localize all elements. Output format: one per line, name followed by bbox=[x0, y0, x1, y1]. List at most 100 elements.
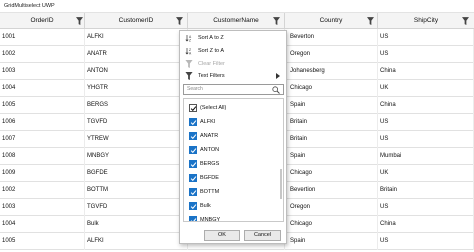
cell-orderid: 1002 bbox=[0, 46, 85, 63]
cell-orderid: 1007 bbox=[0, 131, 85, 148]
filter-funnel-icon[interactable] bbox=[273, 17, 280, 25]
clear-filter-item[interactable]: Clear Filter bbox=[180, 58, 286, 70]
filter-funnel-icon[interactable] bbox=[367, 17, 374, 25]
header-country[interactable]: Country bbox=[285, 13, 378, 29]
cell-customerid: YTREW bbox=[85, 131, 188, 148]
list-item-label: ANTON bbox=[200, 147, 220, 153]
cell-shipcity: US bbox=[378, 46, 474, 63]
sort-z-to-a-label: Sort Z to A bbox=[198, 48, 224, 54]
cell-shipcity: US bbox=[378, 131, 474, 148]
list-item[interactable]: BOTTM bbox=[184, 185, 283, 199]
cell-customerid: MNBGY bbox=[85, 148, 188, 165]
list-item-label: BOTTM bbox=[200, 189, 220, 195]
sort-ascending-icon: AZ bbox=[185, 34, 193, 43]
filter-funnel-icon[interactable] bbox=[462, 17, 469, 25]
checkbox[interactable] bbox=[189, 132, 197, 140]
cell-orderid: 1005 bbox=[0, 97, 85, 114]
cell-country: Spain bbox=[285, 148, 378, 165]
header-label: Country bbox=[319, 17, 343, 24]
cell-shipcity: Mumbai bbox=[378, 148, 474, 165]
text-filters-label: Text Filters bbox=[198, 73, 225, 79]
header-customerid[interactable]: CustomerID bbox=[85, 13, 188, 29]
cell-country: Spain bbox=[285, 97, 378, 114]
cell-country: Chicago bbox=[285, 216, 378, 233]
cell-country: Beverton bbox=[285, 29, 378, 46]
cell-country: Spain bbox=[285, 233, 378, 250]
sort-a-to-z-item[interactable]: AZ Sort A to Z bbox=[180, 32, 286, 44]
list-item[interactable]: ANATR bbox=[184, 129, 283, 143]
ok-button[interactable]: OK bbox=[204, 230, 240, 241]
filter-popup: AZ Sort A to Z ZA Sort Z to A Clear Filt… bbox=[179, 30, 287, 244]
cell-customerid: BOTTM bbox=[85, 182, 188, 199]
checkbox[interactable] bbox=[189, 188, 197, 196]
cell-customerid: BGFDE bbox=[85, 165, 188, 182]
cell-customerid: ANTON bbox=[85, 63, 188, 80]
svg-text:Z: Z bbox=[189, 39, 191, 42]
clear-filter-label: Clear Filter bbox=[198, 61, 225, 67]
cell-customerid: TGVFD bbox=[85, 114, 188, 131]
cell-country: Britain bbox=[285, 131, 378, 148]
list-item-label: ANATR bbox=[200, 133, 219, 139]
checkbox[interactable] bbox=[189, 216, 197, 221]
cell-country: Johanesberg bbox=[285, 63, 378, 80]
search-placeholder: Search bbox=[187, 86, 203, 92]
cell-shipcity: UK bbox=[378, 80, 474, 97]
cell-orderid: 1008 bbox=[0, 148, 85, 165]
filter-funnel-icon bbox=[185, 72, 193, 80]
list-item-label: (Select All) bbox=[200, 105, 227, 111]
checkbox[interactable] bbox=[189, 160, 197, 168]
cell-country: Bevertion bbox=[285, 182, 378, 199]
list-item-label: BERGS bbox=[200, 161, 220, 167]
cell-customerid: TGVFD bbox=[85, 199, 188, 216]
header-shipcity[interactable]: ShipCity bbox=[378, 13, 474, 29]
cell-orderid: 1009 bbox=[0, 165, 85, 182]
cell-orderid: 1001 bbox=[0, 29, 85, 46]
checkbox[interactable] bbox=[189, 104, 197, 112]
cell-country: Chicago bbox=[285, 80, 378, 97]
cell-orderid: 1003 bbox=[0, 63, 85, 80]
filter-funnel-icon[interactable] bbox=[176, 17, 183, 25]
list-item[interactable]: Bulk bbox=[184, 199, 283, 213]
list-item-label: BGFDE bbox=[200, 175, 219, 181]
cell-orderid: 1003 bbox=[0, 199, 85, 216]
sort-descending-icon: ZA bbox=[185, 47, 193, 56]
list-item[interactable]: ALFKI bbox=[184, 115, 283, 129]
cell-customerid: YHGTR bbox=[85, 80, 188, 97]
text-filters-item[interactable]: Text Filters bbox=[180, 70, 286, 82]
submenu-arrow-icon bbox=[276, 73, 280, 79]
cell-orderid: 1002 bbox=[0, 182, 85, 199]
list-item[interactable]: BERGS bbox=[184, 157, 283, 171]
cell-shipcity: Britain bbox=[378, 182, 474, 199]
list-item[interactable]: MNBGY bbox=[184, 213, 283, 222]
filter-funnel-icon[interactable] bbox=[76, 17, 83, 25]
checkbox[interactable] bbox=[189, 202, 197, 210]
filter-value-list[interactable]: (Select All) ALFKI ANATR ANTON BERGS BGFDE BOT… bbox=[183, 98, 284, 222]
checkbox[interactable] bbox=[189, 118, 197, 126]
window-title: GridMultiselect UWP bbox=[0, 0, 474, 12]
list-item-label: Bulk bbox=[200, 203, 211, 209]
checkbox[interactable] bbox=[189, 146, 197, 154]
cell-shipcity: China bbox=[378, 216, 474, 233]
search-input[interactable]: Search bbox=[183, 84, 284, 95]
cell-orderid: 1005 bbox=[0, 233, 85, 250]
cell-shipcity: US bbox=[378, 233, 474, 250]
cell-shipcity: US bbox=[378, 114, 474, 131]
cell-customerid: ANATR bbox=[85, 46, 188, 63]
cell-shipcity: US bbox=[378, 199, 474, 216]
cancel-button[interactable]: Cancel bbox=[244, 230, 281, 241]
list-item[interactable]: BGFDE bbox=[184, 171, 283, 185]
header-label: CustomerID bbox=[118, 17, 154, 24]
checkbox[interactable] bbox=[189, 174, 197, 182]
select-all-item[interactable]: (Select All) bbox=[184, 101, 283, 115]
cell-orderid: 1006 bbox=[0, 114, 85, 131]
list-item-label: MNBGY bbox=[200, 217, 221, 222]
sort-a-to-z-label: Sort A to Z bbox=[198, 35, 224, 41]
header-customername[interactable]: CustomerName bbox=[188, 13, 285, 29]
sort-z-to-a-item[interactable]: ZA Sort Z to A bbox=[180, 45, 286, 57]
cell-orderid: 1004 bbox=[0, 80, 85, 97]
cell-customerid: ALFKI bbox=[85, 233, 188, 250]
header-label: OrderID bbox=[30, 17, 54, 24]
list-item[interactable]: ANTON bbox=[184, 143, 283, 157]
header-orderid[interactable]: OrderID bbox=[0, 13, 85, 29]
header-label: CustomerName bbox=[213, 17, 259, 24]
